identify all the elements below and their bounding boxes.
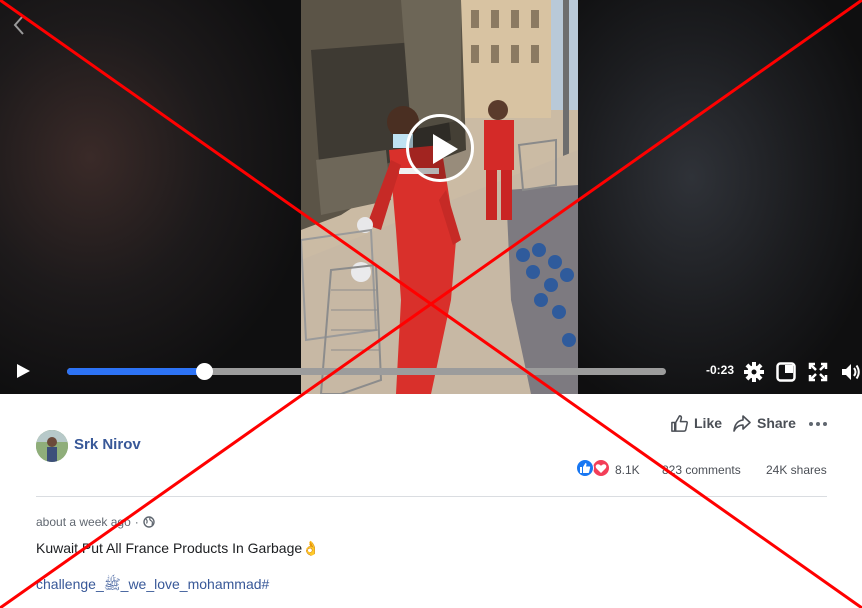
post-timestamp[interactable]: about a week ago · [36,515,155,529]
settings-button[interactable] [743,361,765,383]
video-blur-background-right [578,0,862,394]
avatar[interactable] [36,430,68,462]
hashtag-link[interactable]: challenge_ﷺ_we_love_mohammad# [36,576,269,596]
video-progress-bar[interactable] [67,363,666,380]
comment-count[interactable]: 823 comments [662,463,741,477]
play-icon [17,364,30,378]
share-button[interactable]: Share [732,412,796,434]
picture-in-picture-button[interactable] [776,362,796,382]
volume-button[interactable] [840,361,862,383]
play-icon [433,134,458,164]
video-progress-handle[interactable] [196,363,214,380]
play-overlay-button[interactable] [406,114,474,182]
more-options-icon[interactable] [808,414,828,434]
like-label: Like [694,415,723,431]
fullscreen-button[interactable] [808,362,828,382]
post-caption: Kuwait Put All France Products In Garbag… [36,540,320,556]
back-chevron-icon[interactable] [8,12,30,38]
avatar-image [36,430,68,462]
facebook-video-post: -0:23 Srk Nirov Like Share 8.1K 823 comm… [0,0,862,608]
time-remaining: -0:23 [705,363,734,377]
fullscreen-icon [808,362,828,382]
timestamp-separator: · [134,515,139,529]
love-reaction-icon [592,459,610,477]
globe-icon [143,516,155,528]
share-arrow-icon [733,414,751,432]
video-controls-bar: -0:23 [0,348,862,394]
thumbs-up-icon [671,414,688,432]
volume-icon [842,364,860,380]
reaction-count[interactable]: 8.1K [615,463,640,477]
video-progress-fill [67,368,205,375]
like-button[interactable]: Like [670,412,722,434]
picture-in-picture-icon [776,362,796,382]
video-blur-background-left [0,0,301,394]
play-control-button[interactable] [14,362,32,380]
video-player[interactable]: -0:23 [0,0,862,394]
settings-gear-icon [744,362,764,382]
share-count[interactable]: 24K shares [766,463,827,477]
share-label: Share [757,415,796,431]
timestamp-text: about a week ago [36,515,131,529]
divider [36,496,827,497]
reaction-icons[interactable] [576,459,612,477]
video-frame[interactable] [301,0,578,394]
post-card: Srk Nirov Like Share 8.1K 823 comments 2… [0,394,862,608]
author-name[interactable]: Srk Nirov [74,436,141,453]
video-frame-image [301,0,578,394]
like-reaction-icon [576,459,594,477]
